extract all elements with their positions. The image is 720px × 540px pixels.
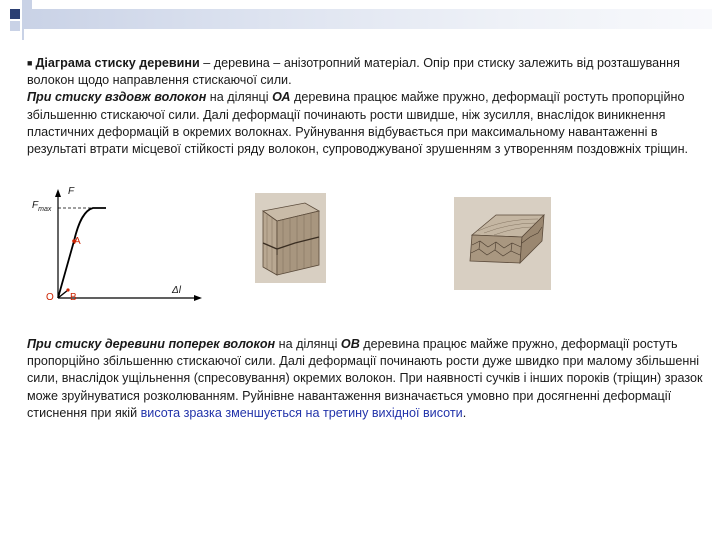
origin-label: O (46, 292, 54, 303)
along-grain-heading: При стиску вздовж волокон (27, 90, 207, 105)
paragraph-compression-along-grain: ■ Діаграма стиску деревини – деревина – а… (27, 55, 707, 158)
diagram-title: Діаграма стиску деревини (35, 56, 200, 70)
point-a-label: A (74, 236, 81, 247)
specimen-across-grain-image (454, 197, 551, 290)
compression-diagram: F Fmax A O B Δl (30, 186, 205, 306)
header-square-light-1 (10, 21, 20, 31)
header-gradient-bar (22, 9, 712, 29)
text-fragment: на ділянці (275, 337, 341, 351)
dl-axis-arrow (194, 295, 202, 301)
header-square-dark-1 (10, 9, 20, 19)
fmax-label: Fmax (32, 200, 51, 213)
along-grain-curve (57, 207, 106, 299)
segment-label: ОА (272, 90, 291, 105)
bullet-icon: ■ (27, 58, 33, 68)
specimen-along-grain-image (255, 193, 326, 283)
point-b-label: B (70, 292, 77, 303)
across-grain-heading: При стиску деревини поперек волокон (27, 337, 276, 351)
segment-label: ОВ (340, 337, 360, 351)
text-fragment: на ділянці (206, 90, 273, 105)
f-axis-arrow (55, 189, 61, 197)
highlighted-text: висота зразка зменшується на третину вих… (140, 405, 463, 420)
dl-axis-label: Δl (172, 285, 181, 296)
f-axis-label: F (68, 186, 75, 197)
paragraph-compression-across-grain: При стиску деревини поперек волокон на д… (27, 336, 707, 422)
header-vertical-line (22, 0, 24, 40)
text-fragment: . (462, 405, 467, 420)
fmax-subscript: max (38, 206, 52, 213)
